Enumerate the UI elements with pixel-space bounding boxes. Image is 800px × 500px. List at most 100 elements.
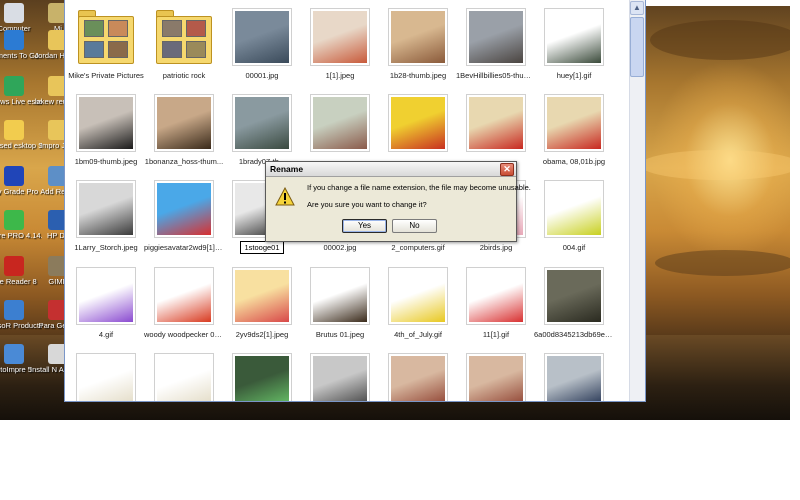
- file-item[interactable]: 1bm09-thumb.jpeg: [65, 94, 147, 166]
- image-thumbnail: [76, 180, 136, 238]
- image-thumbnail: [310, 94, 370, 152]
- file-name-label: 1[1].jpeg: [325, 71, 355, 80]
- yes-button[interactable]: Yes: [342, 219, 387, 233]
- image-thumbnail: [76, 353, 136, 401]
- image-thumbnail: [232, 94, 292, 152]
- image-thumbnail: [466, 353, 526, 401]
- file-item[interactable]: Brutus 01.jpeg: [299, 267, 381, 339]
- image-thumbnail: [466, 94, 526, 152]
- folder-item[interactable]: Mike's Private Pictures: [65, 8, 147, 80]
- file-item[interactable]: 2yv9ds2[1].jpeg: [221, 267, 303, 339]
- file-item[interactable]: piggiesavatar2wd9[1].gif: [143, 180, 225, 252]
- wallpaper-cloud: [655, 250, 790, 276]
- file-item[interactable]: [377, 353, 459, 401]
- image-thumbnail: [544, 353, 604, 401]
- file-item[interactable]: 00001.jpg: [221, 8, 303, 80]
- file-item[interactable]: 4th_of_July.gif: [377, 267, 459, 339]
- file-item[interactable]: 1bonanza_hoss-thum...: [143, 94, 225, 166]
- file-item[interactable]: [533, 353, 615, 401]
- file-item[interactable]: [377, 94, 459, 152]
- warning-icon: [275, 187, 295, 206]
- file-name-label: 1b28-thumb.jpeg: [389, 71, 447, 80]
- file-name-label: 4.gif: [98, 330, 114, 339]
- rename-input[interactable]: 1stooge01: [240, 241, 284, 254]
- rename-dialog: Rename ✕ If you change a file name exten…: [265, 161, 531, 242]
- image-thumbnail: [232, 353, 292, 401]
- image-thumbnail: [466, 267, 526, 325]
- file-item[interactable]: 1b28-thumb.jpeg: [377, 8, 459, 80]
- file-item[interactable]: [143, 353, 225, 401]
- file-item[interactable]: 1BevHillbillies05-thumb...: [455, 8, 537, 80]
- file-item[interactable]: [455, 94, 537, 152]
- folder-icon: [154, 8, 214, 66]
- dialog-titlebar[interactable]: Rename ✕: [266, 162, 516, 177]
- file-item[interactable]: 11[1].gif: [455, 267, 537, 339]
- no-button[interactable]: No: [392, 219, 437, 233]
- file-name-label: 004.gif: [562, 243, 586, 252]
- image-thumbnail: [388, 8, 448, 66]
- file-name-label: 1Larry_Storch.jpeg: [74, 243, 138, 252]
- file-name-label: 2birds.jpg: [479, 243, 513, 252]
- image-thumbnail: [154, 180, 214, 238]
- file-item[interactable]: 1brady07-th...: [221, 94, 303, 166]
- image-thumbnail: [232, 8, 292, 66]
- wallpaper-cloud: [640, 150, 790, 180]
- file-name-label: obama, 08,01b.jpg: [542, 157, 606, 166]
- image-thumbnail: [232, 267, 292, 325]
- file-name-label: 2yv9ds2[1].jpeg: [235, 330, 289, 339]
- photoimpression-icon: [4, 344, 24, 364]
- folder-item[interactable]: patriotic rock: [143, 8, 225, 80]
- image-thumbnail: [466, 8, 526, 66]
- image-thumbnail: [154, 94, 214, 152]
- file-item[interactable]: [299, 353, 381, 401]
- file-name-label: 2_computers.gif: [391, 243, 445, 252]
- file-item[interactable]: [65, 353, 147, 401]
- file-item[interactable]: 6a00d8345213db69e2...: [533, 267, 615, 339]
- file-name-label: 1BevHillbillies05-thumb...: [456, 71, 537, 80]
- file-name-label: woody woodpecker 01.jpeg: [144, 330, 225, 339]
- aresor-products-icon: [4, 300, 24, 320]
- image-thumbnail: [310, 353, 370, 401]
- file-item[interactable]: 004.gif: [533, 180, 615, 252]
- file-name-label: 1bm09-thumb.jpeg: [74, 157, 138, 166]
- image-thumbnail: [544, 267, 604, 325]
- file-name-label: piggiesavatar2wd9[1].gif: [144, 243, 225, 252]
- computer-icon: [4, 3, 24, 23]
- vertical-scrollbar[interactable]: ▲: [629, 0, 645, 401]
- folder-icon: [76, 8, 136, 66]
- file-item[interactable]: [299, 94, 381, 152]
- file-item[interactable]: obama, 08,01b.jpg: [533, 94, 615, 166]
- scroll-thumb[interactable]: [630, 17, 644, 77]
- file-item[interactable]: 1Larry_Storch.jpeg: [65, 180, 147, 252]
- unused-shortcuts-icon: [4, 120, 24, 140]
- dialog-question: Are you sure you want to change it?: [307, 200, 427, 209]
- file-item[interactable]: woody woodpecker 01.jpeg: [143, 267, 225, 339]
- file-name-label: huey[1].gif: [556, 71, 592, 80]
- file-item[interactable]: 1[1].jpeg: [299, 8, 381, 80]
- image-thumbnail: [544, 180, 604, 238]
- file-item[interactable]: [455, 353, 537, 401]
- close-icon[interactable]: ✕: [500, 163, 514, 176]
- image-thumbnail: [388, 353, 448, 401]
- windows-live-messenger-icon: [4, 76, 24, 96]
- image-thumbnail: [154, 353, 214, 401]
- file-name-label: patriotic rock: [162, 71, 206, 80]
- dialog-message: If you change a file name extension, the…: [307, 183, 531, 192]
- file-item[interactable]: huey[1].gif: [533, 8, 615, 80]
- scroll-up-arrow-icon[interactable]: ▲: [630, 1, 644, 15]
- adobe-reader-icon: [4, 256, 24, 276]
- image-thumbnail: [154, 267, 214, 325]
- image-thumbnail: [388, 94, 448, 152]
- image-thumbnail: [310, 8, 370, 66]
- file-name-label: 00002.jpg: [323, 243, 357, 252]
- file-name-label: Brutus 01.jpeg: [315, 330, 365, 339]
- file-item[interactable]: [221, 353, 303, 401]
- file-item[interactable]: 4.gif: [65, 267, 147, 339]
- file-name-label: Mike's Private Pictures: [68, 71, 144, 80]
- file-name-label: 1bonanza_hoss-thum...: [144, 157, 224, 166]
- image-thumbnail: [544, 8, 604, 66]
- dialog-title: Rename: [270, 164, 304, 174]
- file-name-label: 4th_of_July.gif: [394, 330, 442, 339]
- file-name-label: 6a00d8345213db69e2...: [534, 330, 615, 339]
- image-thumbnail: [388, 267, 448, 325]
